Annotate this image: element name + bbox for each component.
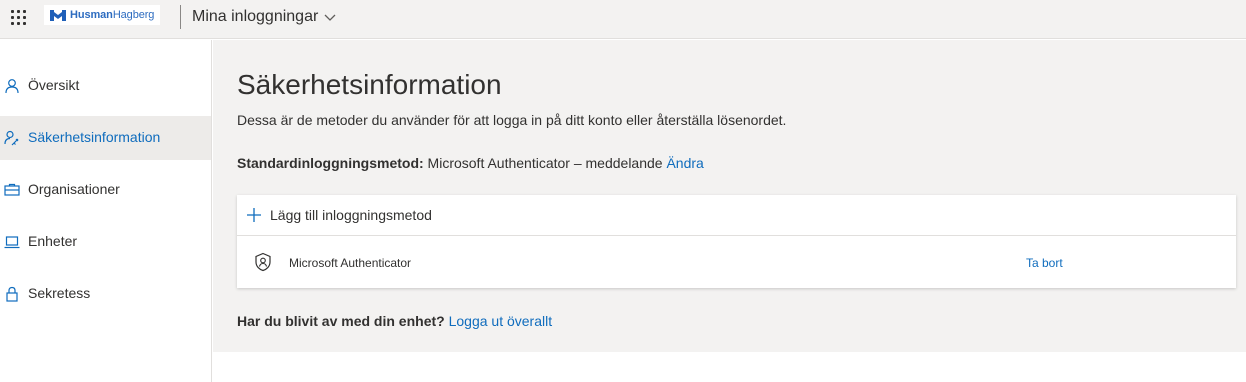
method-name: Microsoft Authenticator [289, 256, 412, 270]
main-content: Säkerhetsinformation Dessa är de metoder… [213, 40, 1246, 352]
change-default-method-link[interactable]: Ändra [666, 155, 703, 171]
plus-icon [247, 208, 261, 222]
brand-name: HusmanHagberg [70, 9, 155, 21]
add-signin-method-label: Lägg till inloggningsmetod [270, 207, 432, 223]
laptop-icon [4, 236, 20, 249]
sidebar-item-organisationer[interactable]: Organisationer [0, 168, 211, 212]
header-divider [180, 5, 181, 29]
sidebar-item-label: Sekretess [28, 285, 91, 301]
sign-out-everywhere-link[interactable]: Logga ut överallt [449, 313, 553, 329]
default-method-value: Microsoft Authenticator – meddelande [423, 155, 667, 171]
logo-mark-icon [50, 9, 66, 21]
remove-method-link[interactable]: Ta bort [1026, 256, 1063, 270]
top-bar: HusmanHagberg Mina inloggningar [0, 0, 1246, 39]
sidebar-item-sekretess[interactable]: Sekretess [0, 272, 211, 316]
briefcase-icon [4, 183, 20, 196]
app-title-dropdown[interactable]: Mina inloggningar [192, 8, 336, 26]
sidebar-item-label: Enheter [28, 233, 78, 249]
company-logo: HusmanHagberg [44, 5, 161, 25]
sidebar-item-sakerhetsinformation[interactable]: Säkerhetsinformation [0, 116, 211, 160]
sidebar-item-label: Säkerhetsinformation [28, 129, 161, 145]
lost-device-question: Har du blivit av med din enhet? [237, 313, 445, 329]
sidebar-nav: Översikt Säkerhetsinformation Organisati… [0, 40, 212, 382]
app-title: Mina inloggningar [192, 8, 319, 25]
app-launcher-waffle-icon[interactable] [11, 10, 27, 26]
key-person-icon [4, 130, 19, 146]
chevron-down-icon [324, 14, 336, 21]
lost-device-section: Har du blivit av med din enhet? Logga ut… [237, 313, 552, 329]
sidebar-item-label: Organisationer [28, 181, 120, 197]
sidebar-item-oversikt[interactable]: Översikt [0, 64, 211, 108]
default-method-label: Standardinloggningsmetod: [237, 155, 424, 171]
add-signin-method-button[interactable]: Lägg till inloggningsmetod [237, 195, 1236, 236]
sidebar-item-label: Översikt [28, 77, 80, 93]
method-row: Microsoft Authenticator Ta bort [237, 237, 1236, 288]
authenticator-icon [255, 252, 271, 272]
page-title: Säkerhetsinformation [237, 69, 502, 100]
person-icon [5, 79, 19, 94]
default-signin-method: Standardinloggningsmetod: Microsoft Auth… [237, 155, 704, 171]
page-description: Dessa är de metoder du använder för att … [237, 112, 787, 128]
sidebar-item-enheter[interactable]: Enheter [0, 220, 211, 264]
lock-icon [6, 286, 18, 302]
methods-card: Lägg till inloggningsmetod Microsoft Aut… [237, 195, 1236, 288]
